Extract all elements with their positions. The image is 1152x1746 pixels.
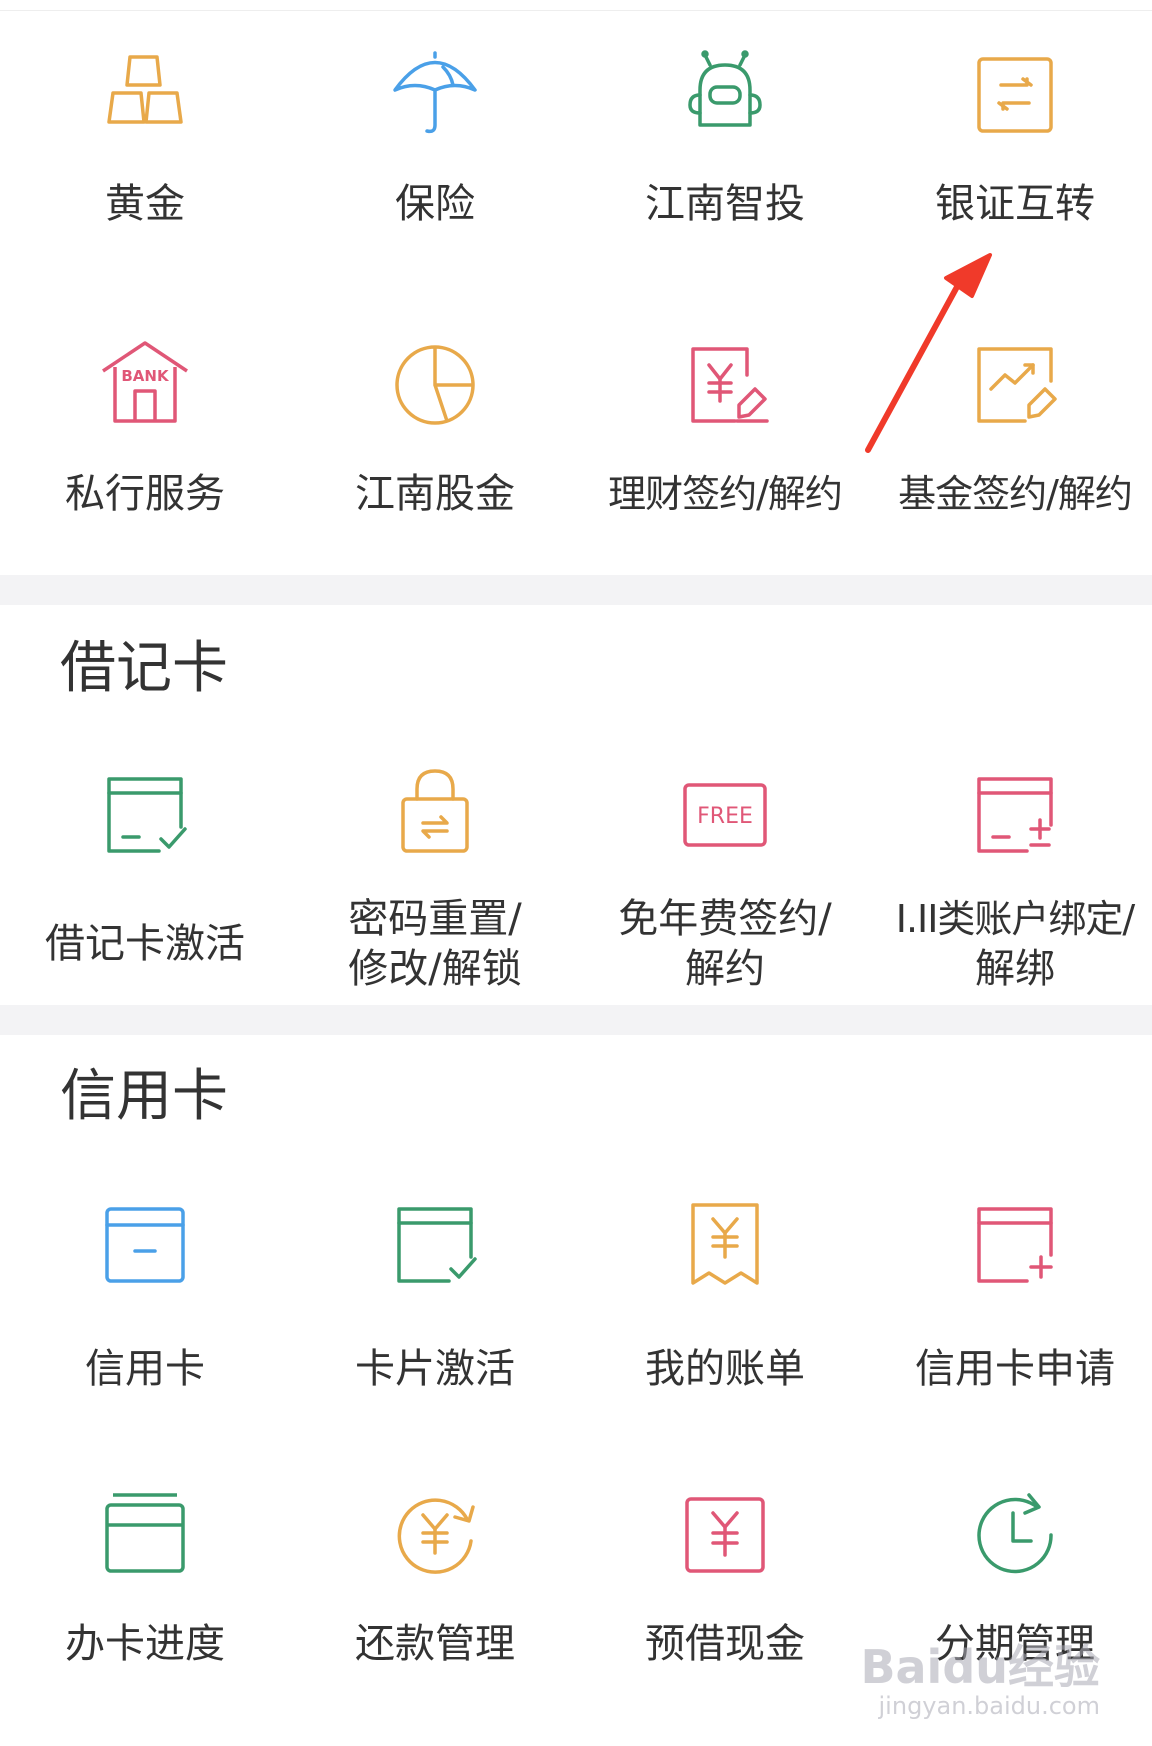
grid-item-password-reset[interactable]: 密码重置/ 修改/解锁 (290, 765, 580, 1005)
umbrella-icon (290, 45, 580, 145)
section-divider (0, 575, 1152, 605)
grid-item-label-line2: 解约 (685, 946, 765, 992)
section-title-credit: 信用卡 (60, 1064, 228, 1129)
grid-item-label: 还款管理 (355, 1621, 515, 1667)
grid-item-fee-waiver[interactable]: FREE 免年费签约/ 解约 (580, 765, 870, 1005)
card-plus-minus-icon (870, 765, 1152, 865)
clock-icon (870, 1485, 1152, 1585)
grid-item-fund-contract[interactable]: 基金签约/解约 (870, 335, 1152, 535)
watermark: Baidu经验 jingyan.baidu.com (860, 1642, 1100, 1720)
grid-item-label: 预借现金 (645, 1621, 805, 1667)
grid-item-label: 免年费签约/ (618, 896, 832, 942)
grid-item-repayment[interactable]: 还款管理 (290, 1485, 580, 1705)
grid-item-wealth-contract[interactable]: 理财签约/解约 (580, 335, 870, 535)
grid-item-card-activate[interactable]: 卡片激活 (290, 1195, 580, 1415)
grid-item-label: 借记卡激活 (45, 921, 245, 967)
grid-item-label: 办卡进度 (65, 1621, 225, 1667)
credit-card-icon (0, 1195, 290, 1295)
grid-item-label-line2: 修改/解锁 (348, 946, 522, 992)
card-apply-icon (870, 1195, 1152, 1295)
padlock-icon (290, 765, 580, 865)
top-edge (0, 0, 1152, 11)
watermark-main: Baidu经验 (860, 1640, 1100, 1694)
card-activate-icon (290, 1195, 580, 1295)
grid-item-label: 卡片激活 (355, 1346, 515, 1392)
grid-item-card-progress[interactable]: 办卡进度 (0, 1485, 290, 1705)
card-check-icon (0, 765, 290, 865)
grid-item-label-line2: 解绑 (975, 946, 1055, 992)
grid-item-private-banking[interactable]: BANK 私行服务 (0, 335, 290, 535)
card-progress-icon (0, 1485, 290, 1585)
transfer-icon (870, 45, 1152, 145)
pie-chart-icon (290, 335, 580, 435)
bank-building-icon: BANK (0, 335, 290, 435)
grid-item-bank-securities-transfer[interactable]: 银证互转 (870, 45, 1152, 245)
grid-item-label: 江南股金 (355, 471, 515, 517)
section-divider (0, 1005, 1152, 1035)
grid-item-label: 基金签约/解约 (898, 472, 1133, 516)
grid-item-account-binding[interactable]: I.II类账户绑定/ 解绑 (870, 765, 1152, 1005)
grid-item-label: 信用卡 (85, 1346, 205, 1392)
grid-item-label: 我的账单 (645, 1346, 805, 1392)
repayment-icon (290, 1485, 580, 1585)
grid-item-label: 私行服务 (65, 471, 225, 517)
watermark-sub: jingyan.baidu.com (878, 1692, 1100, 1720)
grid-item-my-bill[interactable]: 我的账单 (580, 1195, 870, 1415)
grid-item-insurance[interactable]: 保险 (290, 45, 580, 245)
grid-item-credit-card[interactable]: 信用卡 (0, 1195, 290, 1415)
grid-item-cash-advance[interactable]: 预借现金 (580, 1485, 870, 1705)
free-badge-icon: FREE (580, 765, 870, 865)
grid-item-gold[interactable]: 黄金 (0, 45, 290, 245)
bill-icon (580, 1195, 870, 1295)
robot-icon (580, 45, 870, 145)
grid-item-label: 江南智投 (645, 181, 805, 227)
cash-advance-icon (580, 1485, 870, 1585)
grid-item-label: 黄金 (105, 181, 185, 227)
grid-item-label: I.II类账户绑定/ (895, 897, 1136, 941)
grid-item-label: 理财签约/解约 (608, 472, 843, 516)
grid-item-debit-activate[interactable]: 借记卡激活 (0, 765, 290, 1005)
yuan-contract-icon (580, 335, 870, 435)
grid-item-label: 密码重置/ (348, 896, 522, 942)
section-title-debit: 借记卡 (60, 636, 228, 701)
grid-item-label: 银证互转 (935, 181, 1095, 227)
grid-item-smart-invest[interactable]: 江南智投 (580, 45, 870, 245)
fund-contract-icon (870, 335, 1152, 435)
grid-item-card-apply[interactable]: 信用卡申请 (870, 1195, 1152, 1415)
grid-item-label: 保险 (395, 181, 475, 227)
gold-bars-icon (0, 45, 290, 145)
grid-item-equity[interactable]: 江南股金 (290, 335, 580, 535)
grid-item-label: 信用卡申请 (915, 1346, 1115, 1392)
free-badge-text: FREE (697, 804, 753, 829)
svg-text:BANK: BANK (121, 367, 170, 385)
